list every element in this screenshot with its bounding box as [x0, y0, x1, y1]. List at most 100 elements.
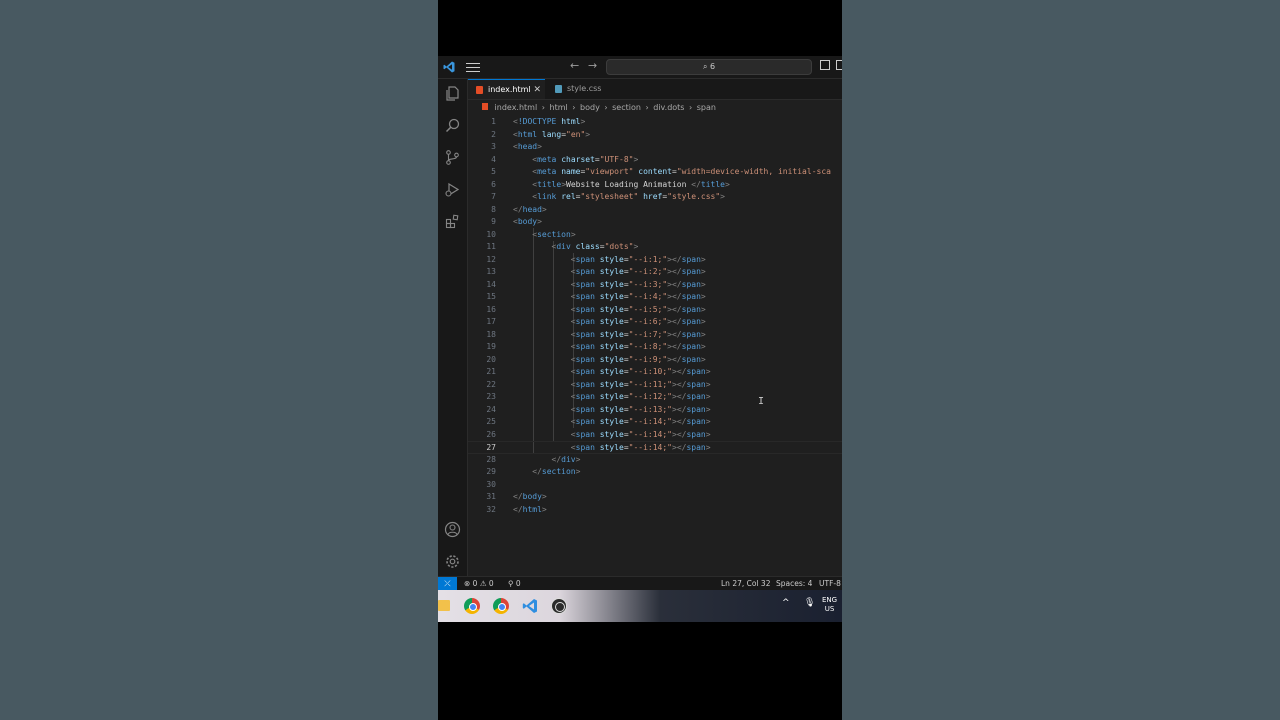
- code-line[interactable]: 27 <span style="--i:14;"></span>: [468, 441, 842, 454]
- breadcrumb-item[interactable]: index.html: [495, 103, 538, 112]
- code-token: >: [633, 242, 639, 251]
- explorer-icon[interactable]: [444, 85, 461, 102]
- code-token: ></: [667, 342, 682, 351]
- toggle-sidebar-layout-icon[interactable]: [820, 60, 830, 70]
- code-line[interactable]: 12 <span style="--i:1;"></span>: [468, 254, 842, 267]
- code-line[interactable]: 26 <span style="--i:14;"></span>: [468, 429, 842, 442]
- cursor-position[interactable]: Ln 27, Col 32: [721, 577, 770, 590]
- code-line[interactable]: 13 <span style="--i:2;"></span>: [468, 266, 842, 279]
- code-token: span: [575, 417, 595, 426]
- code-token: span: [681, 267, 701, 276]
- indentation-indicator[interactable]: Spaces: 4: [776, 577, 812, 590]
- close-icon[interactable]: ✕: [533, 80, 541, 100]
- code-line[interactable]: 9 <body>: [468, 216, 842, 229]
- run-debug-icon[interactable]: [444, 181, 461, 198]
- code-line[interactable]: 4 <meta charset="UTF-8">: [468, 154, 842, 167]
- code-token: "width=device-width, initial-sca: [676, 167, 831, 176]
- code-token: ></: [667, 279, 682, 289]
- source-control-icon[interactable]: [444, 149, 461, 166]
- remote-indicator[interactable]: ⤫: [438, 577, 457, 590]
- code-line[interactable]: 2 <html lang="en">: [468, 129, 842, 142]
- code-token: </: [513, 204, 523, 214]
- code-line[interactable]: 32 </html>: [468, 504, 842, 517]
- code-token: span: [575, 254, 595, 264]
- code-line[interactable]: 5 <meta name="viewport" content="width=d…: [468, 166, 842, 179]
- chrome-icon[interactable]: [464, 598, 480, 614]
- code-line[interactable]: 17 <span style="--i:6;"></span>: [468, 316, 842, 329]
- code-line[interactable]: 18 <span style="--i:7;"></span>: [468, 329, 842, 342]
- search-icon[interactable]: [444, 117, 461, 134]
- breadcrumb-item[interactable]: body: [580, 103, 600, 112]
- code-line[interactable]: 1 <!DOCTYPE html>: [468, 116, 842, 129]
- arrow-right-icon[interactable]: →: [588, 59, 597, 72]
- line-number: 4: [491, 154, 496, 164]
- account-icon[interactable]: [444, 521, 461, 538]
- code-line[interactable]: 30: [468, 479, 842, 492]
- code-line[interactable]: 7 <link rel="stylesheet" href="style.css…: [468, 191, 842, 204]
- code-token: charset: [561, 154, 595, 164]
- code-text: <head>: [513, 141, 542, 154]
- code-line[interactable]: 6 <title>Website Loading Animation </tit…: [468, 179, 842, 192]
- code-token: ></: [672, 392, 687, 401]
- line-number: 1: [491, 117, 496, 126]
- code-token: ></: [667, 354, 682, 364]
- code-line[interactable]: 19 <span style="--i:8;"></span>: [468, 341, 842, 354]
- line-number: 8: [491, 204, 496, 214]
- code-line[interactable]: 31 </body>: [468, 491, 842, 504]
- ports-indicator[interactable]: ⚲ 0: [508, 577, 521, 590]
- microphone-icon[interactable]: 🎙: [804, 598, 815, 608]
- breadcrumb-item[interactable]: section: [612, 103, 641, 112]
- breadcrumb-item[interactable]: html: [550, 103, 568, 112]
- hamburger-menu-icon[interactable]: [466, 60, 480, 74]
- code-token: style: [599, 304, 624, 314]
- code-line[interactable]: 22 <span style="--i:11;"></span>: [468, 379, 842, 392]
- command-center-search[interactable]: ⌕ 6: [606, 59, 812, 75]
- encoding-indicator[interactable]: UTF-8: [819, 577, 841, 590]
- extensions-icon[interactable]: [444, 213, 461, 230]
- code-token: </: [691, 179, 701, 189]
- code-line[interactable]: 29 </section>: [468, 466, 842, 479]
- code-line[interactable]: 28 </div>: [468, 454, 842, 467]
- code-line[interactable]: 3 <head>: [468, 141, 842, 154]
- code-line[interactable]: 11 <div class="dots">: [468, 241, 842, 254]
- breadcrumb-item[interactable]: span: [697, 103, 716, 112]
- tab-style-css[interactable]: style.css: [547, 79, 619, 99]
- code-line[interactable]: 8 </head>: [468, 204, 842, 217]
- region-code: US: [824, 605, 835, 613]
- breadcrumb-item[interactable]: div.dots: [653, 103, 684, 112]
- toggle-panel-layout-icon[interactable]: [836, 60, 842, 70]
- line-number: 13: [486, 267, 496, 276]
- line-number: 9: [491, 217, 496, 226]
- code-line[interactable]: 20 <span style="--i:9;"></span>: [468, 354, 842, 367]
- code-line[interactable]: 16 <span style="--i:5;"></span>: [468, 304, 842, 317]
- obs-icon[interactable]: [551, 598, 567, 614]
- code-line[interactable]: 23 <span style="--i:12;"></span>: [468, 391, 842, 404]
- code-token: "--i:5;": [628, 304, 668, 314]
- chrome-canary-icon[interactable]: [493, 598, 509, 614]
- code-line[interactable]: 24 <span style="--i:13;"></span>: [468, 404, 842, 417]
- tab-index-html[interactable]: index.html ✕: [468, 79, 545, 99]
- code-line[interactable]: 10 <section>: [468, 229, 842, 242]
- code-token: >: [537, 217, 542, 226]
- problems-indicator[interactable]: ⊗ 0 ⚠ 0: [464, 577, 494, 590]
- code-line[interactable]: 25 <span style="--i:14;"></span>: [468, 416, 842, 429]
- code-token: >: [575, 454, 581, 464]
- settings-gear-icon[interactable]: [444, 553, 461, 570]
- language-indicator[interactable]: ENG US: [822, 596, 837, 614]
- file-explorer-icon[interactable]: [438, 600, 450, 611]
- chevron-up-icon[interactable]: ^: [782, 598, 790, 608]
- line-number: 24: [486, 404, 496, 414]
- vscode-icon[interactable]: [522, 598, 538, 614]
- arrow-left-icon[interactable]: ←: [570, 59, 579, 72]
- line-number: 17: [486, 317, 496, 326]
- code-token: style: [599, 267, 624, 276]
- code-line[interactable]: 21 <span style="--i:10;"></span>: [468, 366, 842, 379]
- code-editor[interactable]: I 1 <!DOCTYPE html> 2 <html lang="en"> 3 <hea…: [468, 116, 842, 577]
- code-line[interactable]: 14 <span style="--i:3;"></span>: [468, 279, 842, 292]
- code-line[interactable]: 15 <span style="--i:4;"></span>: [468, 291, 842, 304]
